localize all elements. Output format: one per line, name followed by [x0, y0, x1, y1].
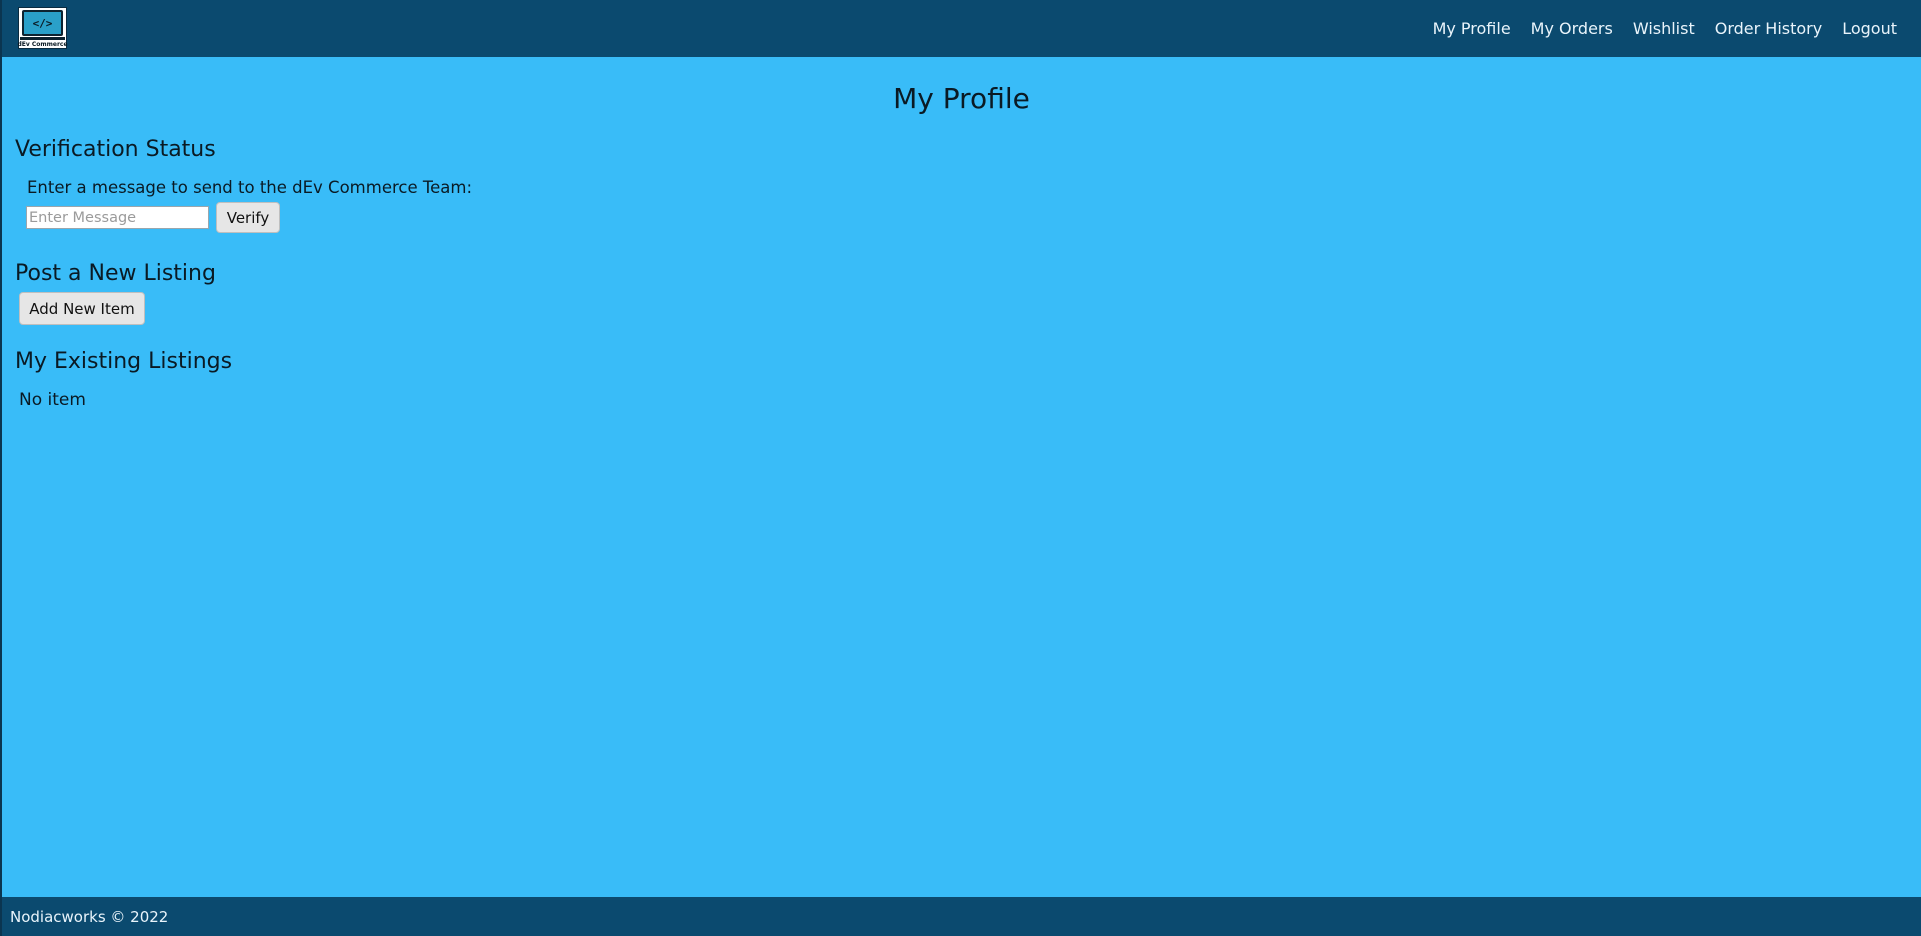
- page-title: My Profile: [893, 82, 1030, 115]
- nav-links: My Profile My Orders Wishlist Order Hist…: [1433, 0, 1897, 57]
- page: </> dEv Commerce My Profile My Orders Wi…: [0, 0, 1921, 936]
- verification-prompt: Enter a message to send to the dEv Comme…: [27, 178, 473, 197]
- navbar: </> dEv Commerce My Profile My Orders Wi…: [2, 0, 1921, 57]
- nav-link-order-history[interactable]: Order History: [1715, 19, 1822, 38]
- verification-status-heading: Verification Status: [15, 137, 216, 162]
- verify-button[interactable]: Verify: [216, 202, 280, 233]
- footer-copyright: Nodiacworks © 2022: [10, 907, 169, 926]
- nav-link-my-orders[interactable]: My Orders: [1531, 19, 1613, 38]
- add-new-item-button[interactable]: Add New Item: [19, 292, 145, 325]
- logo-screen-text: </>: [32, 16, 53, 30]
- existing-listings-heading: My Existing Listings: [15, 349, 233, 374]
- logo-brand-text: dEv Commerce: [17, 41, 68, 48]
- brand-logo[interactable]: </> dEv Commerce: [17, 7, 68, 49]
- nav-link-wishlist[interactable]: Wishlist: [1633, 19, 1695, 38]
- code-brackets-icon: </>: [22, 10, 63, 37]
- nav-link-logout[interactable]: Logout: [1842, 19, 1897, 38]
- footer: Nodiacworks © 2022: [2, 897, 1921, 936]
- verification-message-input[interactable]: [26, 206, 209, 229]
- laptop-base: [20, 37, 65, 40]
- no-item-message: No item: [19, 390, 86, 410]
- nav-link-my-profile[interactable]: My Profile: [1433, 19, 1511, 38]
- post-new-listing-heading: Post a New Listing: [15, 261, 216, 286]
